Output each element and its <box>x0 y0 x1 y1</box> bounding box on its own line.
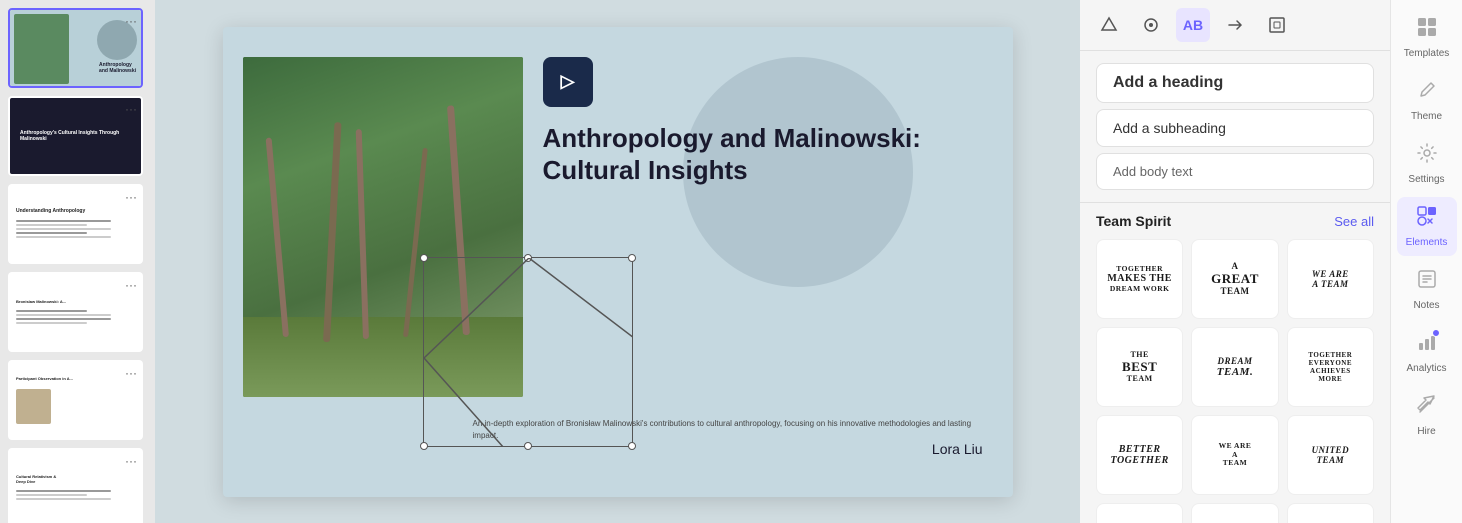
handle-br[interactable] <box>628 442 636 450</box>
nav-hire-label: Hire <box>1417 426 1435 437</box>
sticker-8-label: We AreaTeam <box>1215 438 1256 472</box>
slide-thumb-3[interactable]: Understanding Anthropology ··· <box>8 184 143 264</box>
sticker-item-9[interactable]: UnitedTeam <box>1287 415 1374 495</box>
canvas-logo: ▷ <box>543 57 593 107</box>
nav-hire[interactable]: Hire <box>1397 386 1457 445</box>
sticker-1-label: TogetherMakes theDream Work <box>1103 261 1176 298</box>
sticker-9-label: UnitedTeam <box>1308 441 1354 470</box>
toolbar-shapes-icon[interactable] <box>1092 8 1126 42</box>
sticker-2-label: A GreatTeam <box>1207 257 1263 301</box>
sticker-item-11[interactable]: Together <box>1191 503 1278 523</box>
slide-options-6[interactable]: ··· <box>125 454 137 468</box>
selection-overlay <box>423 257 633 447</box>
sticker-item-5[interactable]: DreamTeam. <box>1191 327 1278 407</box>
slide-options-4[interactable]: ··· <box>125 278 137 292</box>
analytics-icon <box>1416 331 1438 359</box>
sticker-item-6[interactable]: TogetherEveryoneAchievesMore <box>1287 327 1374 407</box>
text-buttons-section: Add a heading Add a subheading Add body … <box>1080 51 1390 203</box>
handle-tc[interactable] <box>524 254 532 262</box>
theme-icon <box>1416 79 1438 107</box>
sticker-item-12[interactable]: Let's Go! <box>1287 503 1374 523</box>
toolbar-frame-icon[interactable] <box>1260 8 1294 42</box>
sticker-item-7[interactable]: BetterTogether <box>1096 415 1183 495</box>
nav-elements-label: Elements <box>1406 237 1448 248</box>
slide-thumb-2[interactable]: Anthropology's Cultural Insights Through… <box>8 96 143 176</box>
slide-canvas[interactable]: ▷ Anthropology and Malinowski: Cultural … <box>223 27 1013 497</box>
sticker-item-1[interactable]: TogetherMakes theDream Work <box>1096 239 1183 319</box>
toolbar-replace-icon[interactable] <box>1218 8 1252 42</box>
sticker-3-label: We area Team <box>1308 265 1353 294</box>
nav-theme-label: Theme <box>1411 111 1442 122</box>
sticker-item-4[interactable]: TheBestTeam <box>1096 327 1183 407</box>
see-all-link[interactable]: See all <box>1334 214 1374 229</box>
slide-thumb-6[interactable]: Cultural Relativism &Deep Dive ··· <box>8 448 143 523</box>
nav-notes-label: Notes <box>1413 300 1439 311</box>
right-panel: AB Add a heading Add a subheading Add bo… <box>1080 0 1390 523</box>
add-body-text-button[interactable]: Add body text <box>1096 153 1374 190</box>
slide-thumb-1[interactable]: Anthropologyand Malinowski ··· <box>8 8 143 88</box>
add-subheading-button[interactable]: Add a subheading <box>1096 109 1374 147</box>
canvas-author: Lora Liu <box>932 441 983 457</box>
nav-analytics[interactable]: Analytics <box>1397 323 1457 382</box>
sticker-item-8[interactable]: We AreaTeam <box>1191 415 1278 495</box>
canvas-area: ▷ Anthropology and Malinowski: Cultural … <box>155 0 1080 523</box>
team-spirit-header: Team Spirit See all <box>1096 213 1374 229</box>
nav-settings-label: Settings <box>1408 174 1444 185</box>
add-heading-button[interactable]: Add a heading <box>1096 63 1374 103</box>
team-spirit-section: Team Spirit See all TogetherMakes theDre… <box>1080 203 1390 523</box>
hire-icon <box>1416 394 1438 422</box>
slide-options-3[interactable]: ··· <box>125 190 137 204</box>
sticker-7-label: BetterTogether <box>1107 440 1173 471</box>
toolbar-text-icon[interactable]: AB <box>1176 8 1210 42</box>
sticker-item-3[interactable]: We area Team <box>1287 239 1374 319</box>
notes-icon <box>1416 268 1438 296</box>
nav-elements[interactable]: Elements <box>1397 197 1457 256</box>
canvas-title: Anthropology and Malinowski: Cultural In… <box>543 122 923 187</box>
slide-options-5[interactable]: ··· <box>125 366 137 380</box>
sticker-item-2[interactable]: A GreatTeam <box>1191 239 1278 319</box>
nav-templates[interactable]: Templates <box>1397 8 1457 67</box>
nav-templates-label: Templates <box>1404 48 1450 59</box>
polygon-svg <box>424 258 632 446</box>
far-right-nav: Templates Theme Settings Element <box>1390 0 1462 523</box>
toolbar-elements-icon[interactable] <box>1134 8 1168 42</box>
slide-thumb-4[interactable]: Bronislaw Malinowski: A... ··· <box>8 272 143 352</box>
sticker-5-label: DreamTeam. <box>1213 352 1257 383</box>
handle-bc[interactable] <box>524 442 532 450</box>
team-spirit-title: Team Spirit <box>1096 213 1171 229</box>
templates-icon <box>1416 16 1438 44</box>
handle-bl[interactable] <box>420 442 428 450</box>
slide-panel: Anthropologyand Malinowski ··· Anthropol… <box>0 0 155 523</box>
slide-thumb-5[interactable]: Participant Observation in A... ··· <box>8 360 143 440</box>
sticker-4-label: TheBestTeam <box>1118 346 1161 387</box>
handle-tr[interactable] <box>628 254 636 262</box>
slide-options-1[interactable]: ··· <box>125 14 137 28</box>
settings-icon <box>1416 142 1438 170</box>
slide-thumb-2-title: Anthropology's Cultural Insights Through… <box>16 126 135 147</box>
nav-settings[interactable]: Settings <box>1397 134 1457 193</box>
elements-icon <box>1416 205 1438 233</box>
nav-theme[interactable]: Theme <box>1397 71 1457 130</box>
handle-tl[interactable] <box>420 254 428 262</box>
nav-analytics-label: Analytics <box>1406 363 1446 374</box>
sticker-item-10[interactable]: Together <box>1096 503 1183 523</box>
sticker-6-label: TogetherEveryoneAchievesMore <box>1304 347 1356 387</box>
right-toolbar: AB <box>1080 0 1390 51</box>
slide-options-2[interactable]: ··· <box>125 102 137 116</box>
nav-notes[interactable]: Notes <box>1397 260 1457 319</box>
sticker-grid: TogetherMakes theDream Work A GreatTeam … <box>1096 239 1374 523</box>
